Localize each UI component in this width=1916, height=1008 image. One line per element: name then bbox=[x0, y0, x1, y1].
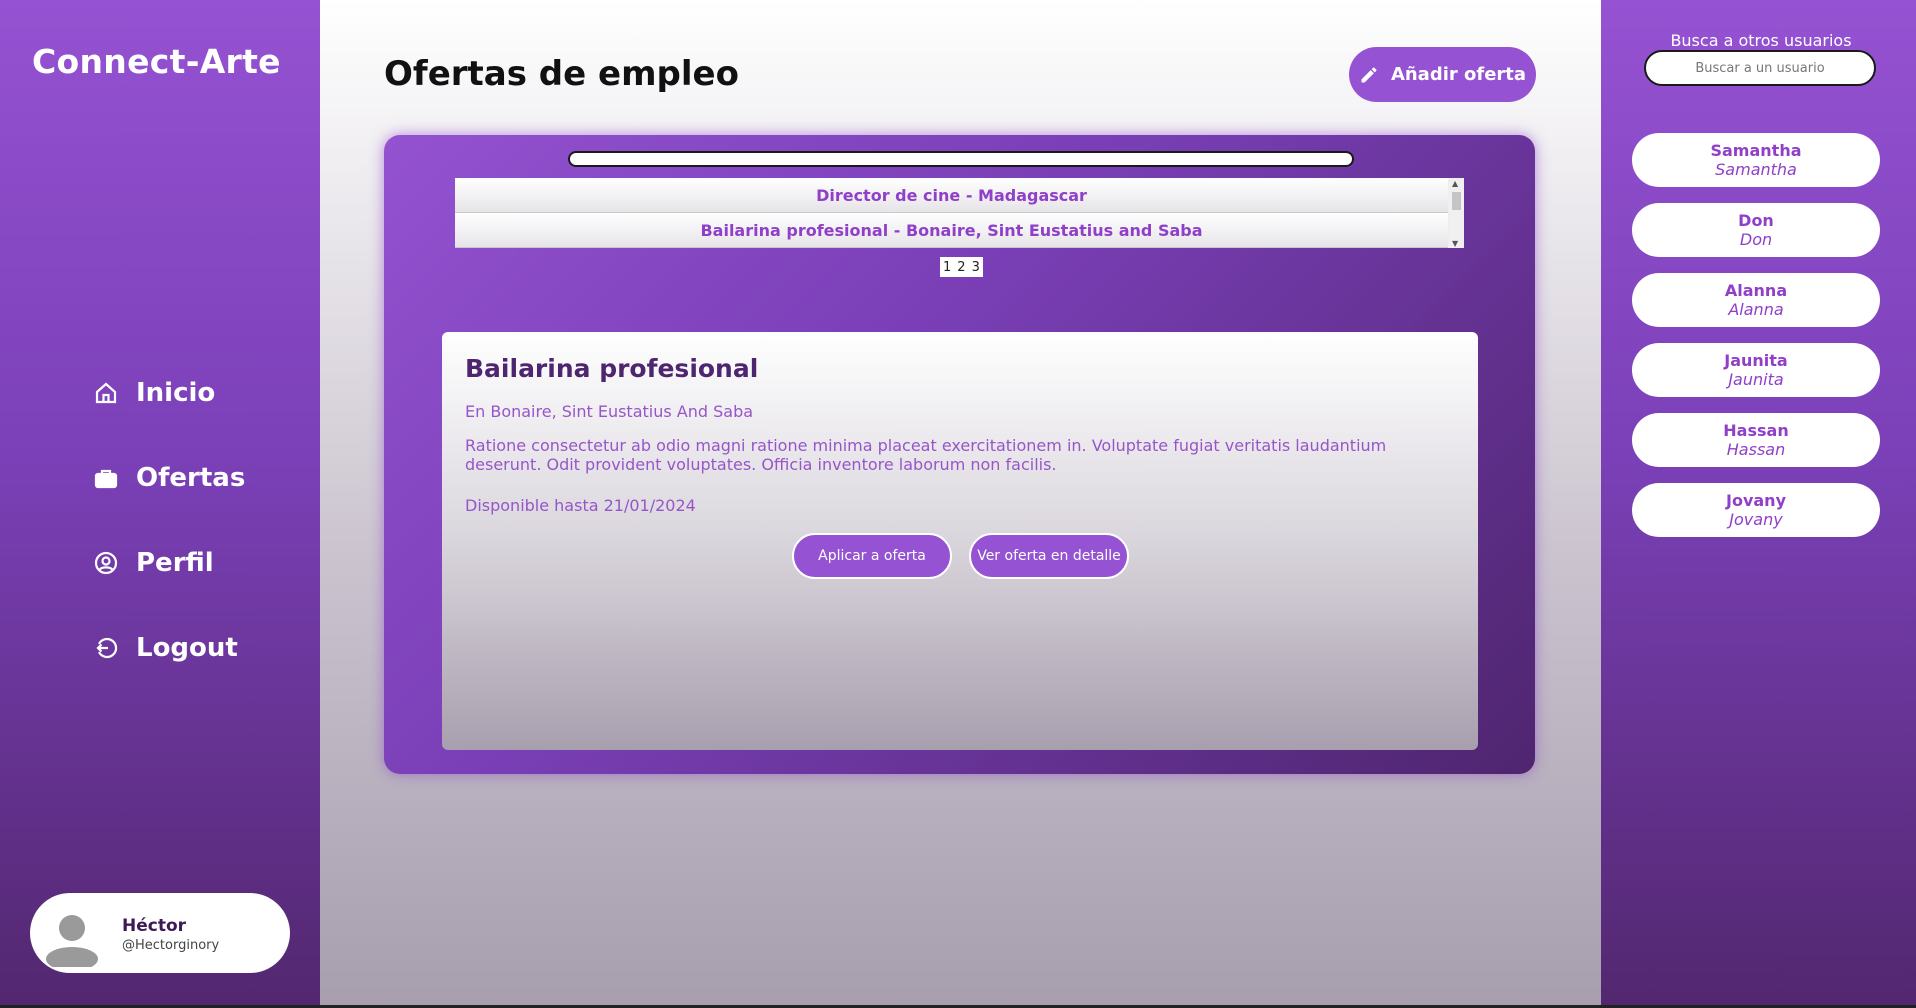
home-icon bbox=[95, 382, 117, 403]
nav-item-logout[interactable]: Logout bbox=[94, 605, 245, 690]
left-sidebar: Connect-Arte Inicio Ofertas Perfil Logou… bbox=[0, 0, 320, 1008]
user-search-input[interactable] bbox=[1644, 50, 1876, 86]
offer-description: Ratione consectetur ab odio magni ration… bbox=[465, 436, 1387, 474]
list-item[interactable]: Director de cine - Madagascar bbox=[455, 178, 1448, 213]
pencil-icon bbox=[1361, 67, 1377, 82]
offers-panel: Director de cine - Madagascar Bailarina … bbox=[384, 135, 1535, 774]
apply-offer-button[interactable]: Aplicar a oferta bbox=[792, 533, 952, 579]
nav-item-label: Perfil bbox=[136, 547, 214, 578]
main-nav: Inicio Ofertas Perfil Logout bbox=[94, 350, 245, 690]
offer-list[interactable]: Director de cine - Madagascar Bailarina … bbox=[455, 178, 1464, 248]
offer-available-date: Disponible hasta 21/01/2024 bbox=[465, 496, 696, 515]
user-item-alanna[interactable]: Alanna Alanna bbox=[1632, 273, 1880, 327]
user-item-username: Alanna bbox=[1728, 300, 1784, 319]
offer-filter-input[interactable] bbox=[568, 151, 1354, 167]
offer-title: Bailarina profesional bbox=[465, 354, 759, 383]
user-item-username: Don bbox=[1739, 230, 1773, 249]
user-item-name: Samantha bbox=[1710, 141, 1802, 160]
user-item-name: Alanna bbox=[1724, 281, 1788, 300]
add-offer-button[interactable]: Añadir oferta bbox=[1349, 47, 1536, 102]
user-item-username: Jovany bbox=[1729, 510, 1783, 529]
user-item-hassan[interactable]: Hassan Hassan bbox=[1632, 413, 1880, 467]
offer-detail-card: Bailarina profesional En Bonaire, Sint E… bbox=[442, 332, 1478, 750]
scroll-up-arrow-icon[interactable]: ▲ bbox=[1452, 179, 1458, 188]
current-user-handle: @Hectorginory bbox=[122, 938, 220, 953]
avatar bbox=[46, 915, 98, 967]
offer-location: En Bonaire, Sint Eustatius And Saba bbox=[465, 402, 754, 421]
user-item-username: Hassan bbox=[1726, 440, 1786, 459]
main-content: Ofertas de empleo Añadir oferta Director… bbox=[320, 0, 1601, 1008]
current-user-card[interactable]: Héctor @Hectorginory bbox=[30, 893, 290, 973]
pagination: 1 2 3 bbox=[940, 257, 983, 277]
app-logo[interactable]: Connect-Arte bbox=[32, 42, 281, 81]
user-item-name: Jaunita bbox=[1724, 351, 1788, 370]
user-search-label: Busca a otros usuarios bbox=[1670, 31, 1852, 50]
scroll-thumb[interactable] bbox=[1452, 192, 1461, 210]
nav-item-label: Ofertas bbox=[136, 462, 246, 493]
user-item-samantha[interactable]: Samantha Samantha bbox=[1632, 133, 1880, 187]
user-item-username: Samantha bbox=[1715, 160, 1797, 179]
right-sidebar: Busca a otros usuarios Samantha Samantha… bbox=[1601, 0, 1916, 1008]
nav-item-label: Logout bbox=[136, 632, 238, 663]
nav-item-ofertas[interactable]: Ofertas bbox=[94, 435, 245, 520]
page-link-3[interactable]: 3 bbox=[971, 260, 981, 275]
user-item-name: Hassan bbox=[1723, 421, 1789, 440]
page-title: Ofertas de empleo bbox=[384, 54, 739, 94]
add-offer-label: Añadir oferta bbox=[1390, 64, 1527, 85]
scroll-down-arrow-icon[interactable]: ▼ bbox=[1452, 239, 1458, 248]
offer-list-scrollbar[interactable]: ▲ ▼ bbox=[1449, 178, 1464, 248]
user-list: Samantha Samantha Don Don Alanna Alanna … bbox=[1632, 133, 1880, 553]
user-item-don[interactable]: Don Don bbox=[1632, 203, 1880, 257]
current-user-name: Héctor bbox=[122, 916, 187, 936]
briefcase-icon bbox=[94, 469, 118, 488]
page-link-2[interactable]: 2 bbox=[956, 260, 966, 275]
page-link-1[interactable]: 1 bbox=[942, 260, 952, 275]
logout-icon bbox=[96, 637, 118, 658]
list-item[interactable]: Bailarina profesional - Bonaire, Sint Eu… bbox=[455, 213, 1448, 248]
user-circle-icon bbox=[94, 551, 118, 574]
user-item-jovany[interactable]: Jovany Jovany bbox=[1632, 483, 1880, 537]
user-item-name: Jovany bbox=[1726, 491, 1786, 510]
user-item-jaunita[interactable]: Jaunita Jaunita bbox=[1632, 343, 1880, 397]
nav-item-label: Inicio bbox=[136, 377, 216, 408]
user-item-username: Jaunita bbox=[1728, 370, 1784, 389]
nav-item-inicio[interactable]: Inicio bbox=[94, 350, 245, 435]
nav-item-perfil[interactable]: Perfil bbox=[94, 520, 245, 605]
user-item-name: Don bbox=[1738, 211, 1774, 230]
view-offer-detail-button[interactable]: Ver oferta en detalle bbox=[969, 533, 1129, 579]
